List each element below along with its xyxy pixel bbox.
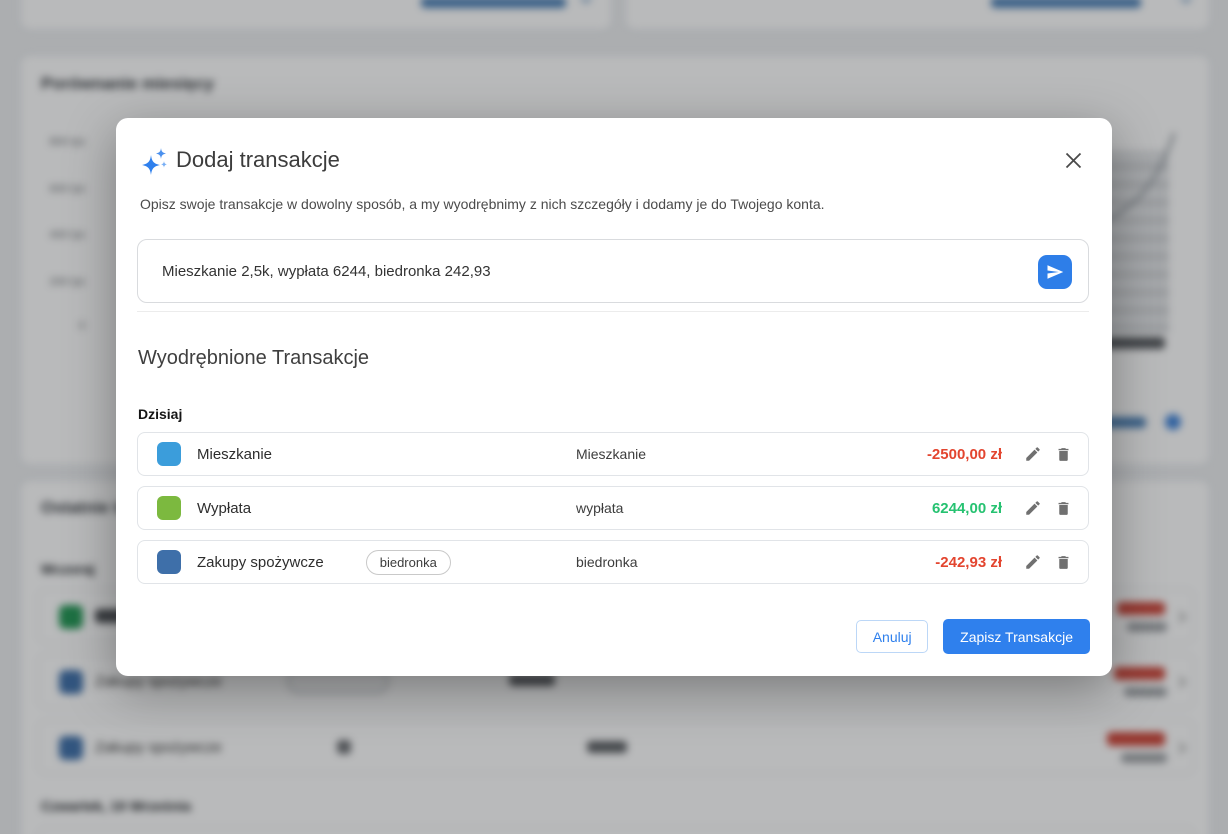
delete-button[interactable] [1055,554,1072,571]
extracted-transactions-list: Mieszkanie Mieszkanie -2500,00 zł Wypłat… [137,432,1089,584]
category-square-icon [157,496,181,520]
delete-button[interactable] [1055,446,1072,463]
category-square-icon [157,550,181,574]
send-button[interactable] [1038,255,1072,289]
table-row: Mieszkanie Mieszkanie -2500,00 zł [137,432,1089,476]
transaction-amount: 6244,00 zł [931,499,1002,517]
group-label-today: Dzisiaj [138,406,183,422]
trash-icon [1058,501,1069,515]
edit-button[interactable] [1024,499,1042,517]
close-button[interactable] [1062,149,1084,171]
edit-button[interactable] [1024,445,1042,463]
transaction-input-wrap [137,239,1089,303]
pencil-icon [1026,501,1040,515]
transaction-source-text: Mieszkanie [576,446,647,462]
transaction-name: Wypłata [197,499,252,517]
delete-button[interactable] [1055,500,1072,517]
save-transactions-button[interactable]: Zapisz Transakcje [943,619,1090,654]
close-icon [1065,152,1081,168]
section-divider [137,311,1089,312]
add-transactions-modal: Dodaj transakcje Opisz swoje transakcje … [116,118,1112,676]
table-row: Wypłata wypłata 6244,00 zł [137,486,1089,530]
sparkles-icon [142,148,167,175]
cancel-button[interactable]: Anuluj [856,620,929,653]
transaction-name: Zakupy spożywcze [197,553,324,571]
send-icon [1047,265,1064,279]
trash-icon [1058,447,1069,461]
transaction-source-text: wypłata [576,500,624,516]
modal-title: Dodaj transakcje [176,147,340,172]
modal-description: Opisz swoje transakcje w dowolny sposób,… [140,196,825,212]
transaction-tag: biedronka [365,549,451,575]
edit-button[interactable] [1024,553,1042,571]
table-row: Zakupy spożywcze biedronka biedronka -24… [137,540,1089,584]
modal-footer: Anuluj Zapisz Transakcje [856,619,1090,654]
pencil-icon [1026,555,1040,569]
transaction-source-text: biedronka [576,554,638,570]
category-square-icon [157,442,181,466]
extracted-transactions-title: Wyodrębnione Transakcje [138,347,370,369]
transaction-amount: -242,93 zł [935,553,1002,571]
transaction-input[interactable] [140,242,1020,300]
transaction-amount: -2500,00 zł [926,445,1002,463]
trash-icon [1058,555,1069,569]
pencil-icon [1026,447,1040,461]
transaction-name: Mieszkanie [197,445,273,463]
